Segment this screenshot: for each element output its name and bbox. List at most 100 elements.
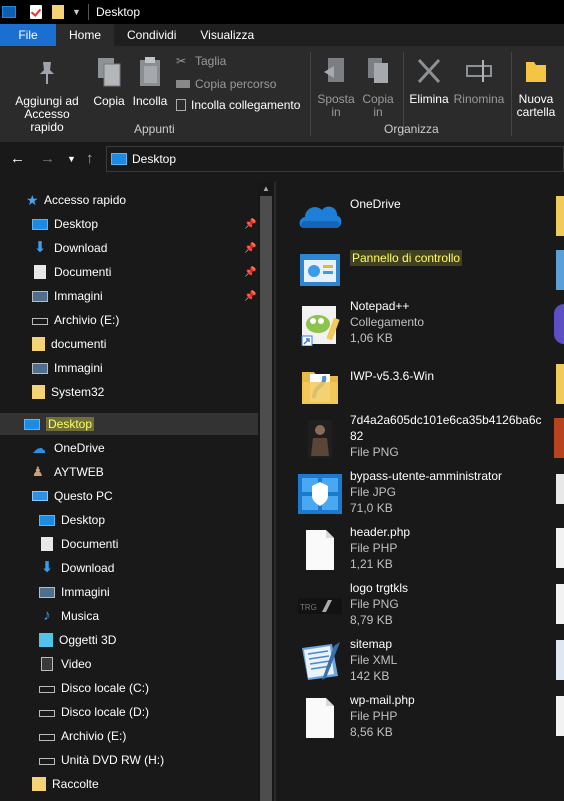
nav-pc-download[interactable]: ⬇ Download (39, 556, 115, 580)
scrollbar-thumb[interactable] (260, 196, 272, 801)
pin-quick-access-button[interactable]: Aggiungi ad Accesso rapido (6, 58, 88, 134)
file-item-partial[interactable] (556, 584, 564, 624)
nav-raccolte[interactable]: Raccolte (32, 772, 99, 796)
delete-label: Elimina (409, 92, 449, 106)
pin-label-2: Accesso rapido (24, 107, 70, 134)
forward-arrow-icon[interactable]: → (40, 150, 55, 167)
address-bar[interactable]: Desktop (106, 146, 564, 172)
pin-icon[interactable]: 📌 (244, 243, 256, 254)
file-size: 1,21 KB (350, 557, 393, 571)
file-item[interactable]: IWP-v5.3.6-Win (296, 360, 536, 412)
tab-home[interactable]: Home (56, 24, 114, 46)
nav-quick-documenti-folder[interactable]: documenti (32, 332, 106, 356)
pin-icon[interactable]: 📌 (244, 219, 256, 230)
nav-label: Documenti (61, 537, 119, 551)
nav-pc-3d-objects[interactable]: Oggetti 3D (39, 628, 116, 652)
move-to-button[interactable]: Sposta in (316, 56, 356, 119)
tab-share[interactable]: Condividi (114, 24, 190, 46)
nav-scrollbar[interactable]: ▲ (258, 182, 274, 801)
group-organize-label: Organizza (384, 122, 439, 136)
file-item-partial[interactable] (554, 304, 564, 344)
file-item-partial[interactable] (556, 196, 564, 236)
file-item[interactable]: sitemap File XML 142 KB (296, 636, 536, 688)
nav-pc-dvd-h[interactable]: Unità DVD RW (H:) (39, 748, 164, 772)
folder-icon (32, 337, 45, 351)
copy-path-button[interactable]: Copia percorso (176, 77, 276, 91)
nav-pc-documents[interactable]: Documenti (39, 532, 118, 556)
file-item-partial[interactable] (556, 364, 564, 404)
nav-label: Desktop (61, 513, 106, 527)
nav-quick-download[interactable]: ⬇ Download (32, 236, 108, 260)
new-folder-quick-icon[interactable] (52, 5, 64, 19)
copy-button[interactable]: Copia (90, 56, 128, 108)
nav-quick-access[interactable]: ★ Accesso rapido (26, 188, 126, 212)
documents-icon (41, 537, 53, 551)
tab-view[interactable]: Visualizza (190, 24, 268, 46)
nav-pc-disk-c[interactable]: Disco locale (C:) (39, 676, 149, 700)
file-size: 8,56 KB (350, 725, 393, 739)
file-item[interactable]: wp-mail.php File PHP 8,56 KB (296, 692, 536, 744)
nav-onedrive[interactable]: ☁ OneDrive (32, 436, 105, 460)
nav-quick-system32[interactable]: System32 (32, 380, 104, 404)
up-arrow-icon[interactable]: ↑ (86, 150, 94, 167)
file-item[interactable]: header.php File PHP 1,21 KB (296, 524, 536, 576)
scroll-up-icon[interactable]: ▲ (262, 184, 270, 193)
nav-pc-disk-d[interactable]: Disco locale (D:) (39, 700, 149, 724)
new-folder-button[interactable]: Nuova cartella (514, 56, 558, 119)
copy-to-button[interactable]: Copia in (358, 56, 398, 119)
new-folder-label-2: cartella (516, 105, 556, 119)
paste-shortcut-label: Incolla collegamento (191, 98, 301, 112)
nav-pc-video[interactable]: Video (39, 652, 91, 676)
download-icon: ⬇ (33, 239, 47, 256)
file-item-partial[interactable] (556, 474, 564, 504)
tab-file[interactable]: File (0, 24, 56, 46)
nav-this-pc[interactable]: Questo PC (32, 484, 113, 508)
ribbon: Aggiungi ad Accesso rapido Copia Incolla… (0, 46, 564, 142)
file-item[interactable]: TRG logo trgtkls File PNG 8,79 KB (296, 580, 536, 632)
pin-icon[interactable]: 📌 (244, 291, 256, 302)
rename-button[interactable]: Rinomina (452, 56, 506, 106)
file-item[interactable]: 7d4a2a605dc101e6ca35b4126ba6c 82 File PN… (296, 412, 542, 464)
nav-desktop[interactable]: Desktop (24, 412, 95, 436)
nav-label: Immagini (61, 585, 110, 599)
customize-toolbar-icon[interactable]: ▼ (72, 7, 81, 17)
file-item[interactable]: Pannello di controllo (296, 244, 536, 296)
file-size: 71,0 KB (350, 501, 393, 515)
nav-pc-desktop[interactable]: Desktop (39, 508, 105, 532)
file-item-partial[interactable] (554, 418, 564, 458)
cloud-icon: ☁ (32, 440, 46, 456)
recent-locations-chevron-icon[interactable]: ▼ (67, 154, 76, 164)
nav-pc-images[interactable]: Immagini (39, 580, 110, 604)
file-item-partial[interactable] (556, 696, 564, 736)
nav-pc-music[interactable]: ♪ Musica (39, 604, 99, 628)
paste-button[interactable]: Incolla (130, 56, 170, 108)
nav-user[interactable]: ♟ AYTWEB (32, 460, 104, 484)
folder-icon (302, 372, 338, 404)
nav-quick-desktop[interactable]: Desktop (32, 212, 98, 236)
file-item[interactable]: bypass-utente-amministrator File JPG 71,… (296, 468, 536, 520)
nav-quick-immagini-2[interactable]: Immagini (32, 356, 103, 380)
delete-button[interactable]: Elimina (406, 56, 452, 106)
file-item-partial[interactable] (556, 640, 564, 680)
drive-icon (39, 686, 55, 693)
nav-quick-documents[interactable]: Documenti (32, 260, 111, 284)
xml-icon (302, 642, 340, 680)
file-item-partial[interactable] (556, 250, 564, 290)
properties-icon[interactable] (30, 5, 42, 19)
move-to-label-2: in (331, 105, 341, 119)
nav-quick-archive-e[interactable]: Archivio (E:) (32, 308, 119, 332)
title-bar: ▼ Desktop (0, 0, 564, 24)
file-type: File PHP (350, 709, 398, 723)
nav-quick-images[interactable]: Immagini (32, 284, 103, 308)
file-item[interactable]: OneDrive (296, 190, 536, 242)
back-arrow-icon[interactable]: ← (10, 150, 25, 167)
file-item-partial[interactable] (556, 528, 564, 568)
file-item[interactable]: Notepad++ Collegamento 1,06 KB (296, 298, 536, 350)
paste-shortcut-button[interactable]: Incolla collegamento (176, 98, 300, 112)
nav-label: Accesso rapido (44, 193, 127, 207)
nav-pc-archive-e[interactable]: Archivio (E:) (39, 724, 126, 748)
cut-button[interactable]: ✂ Taglia (176, 54, 226, 68)
address-path: Desktop (132, 152, 177, 166)
window-icon[interactable] (2, 6, 16, 18)
pin-icon[interactable]: 📌 (244, 267, 256, 278)
